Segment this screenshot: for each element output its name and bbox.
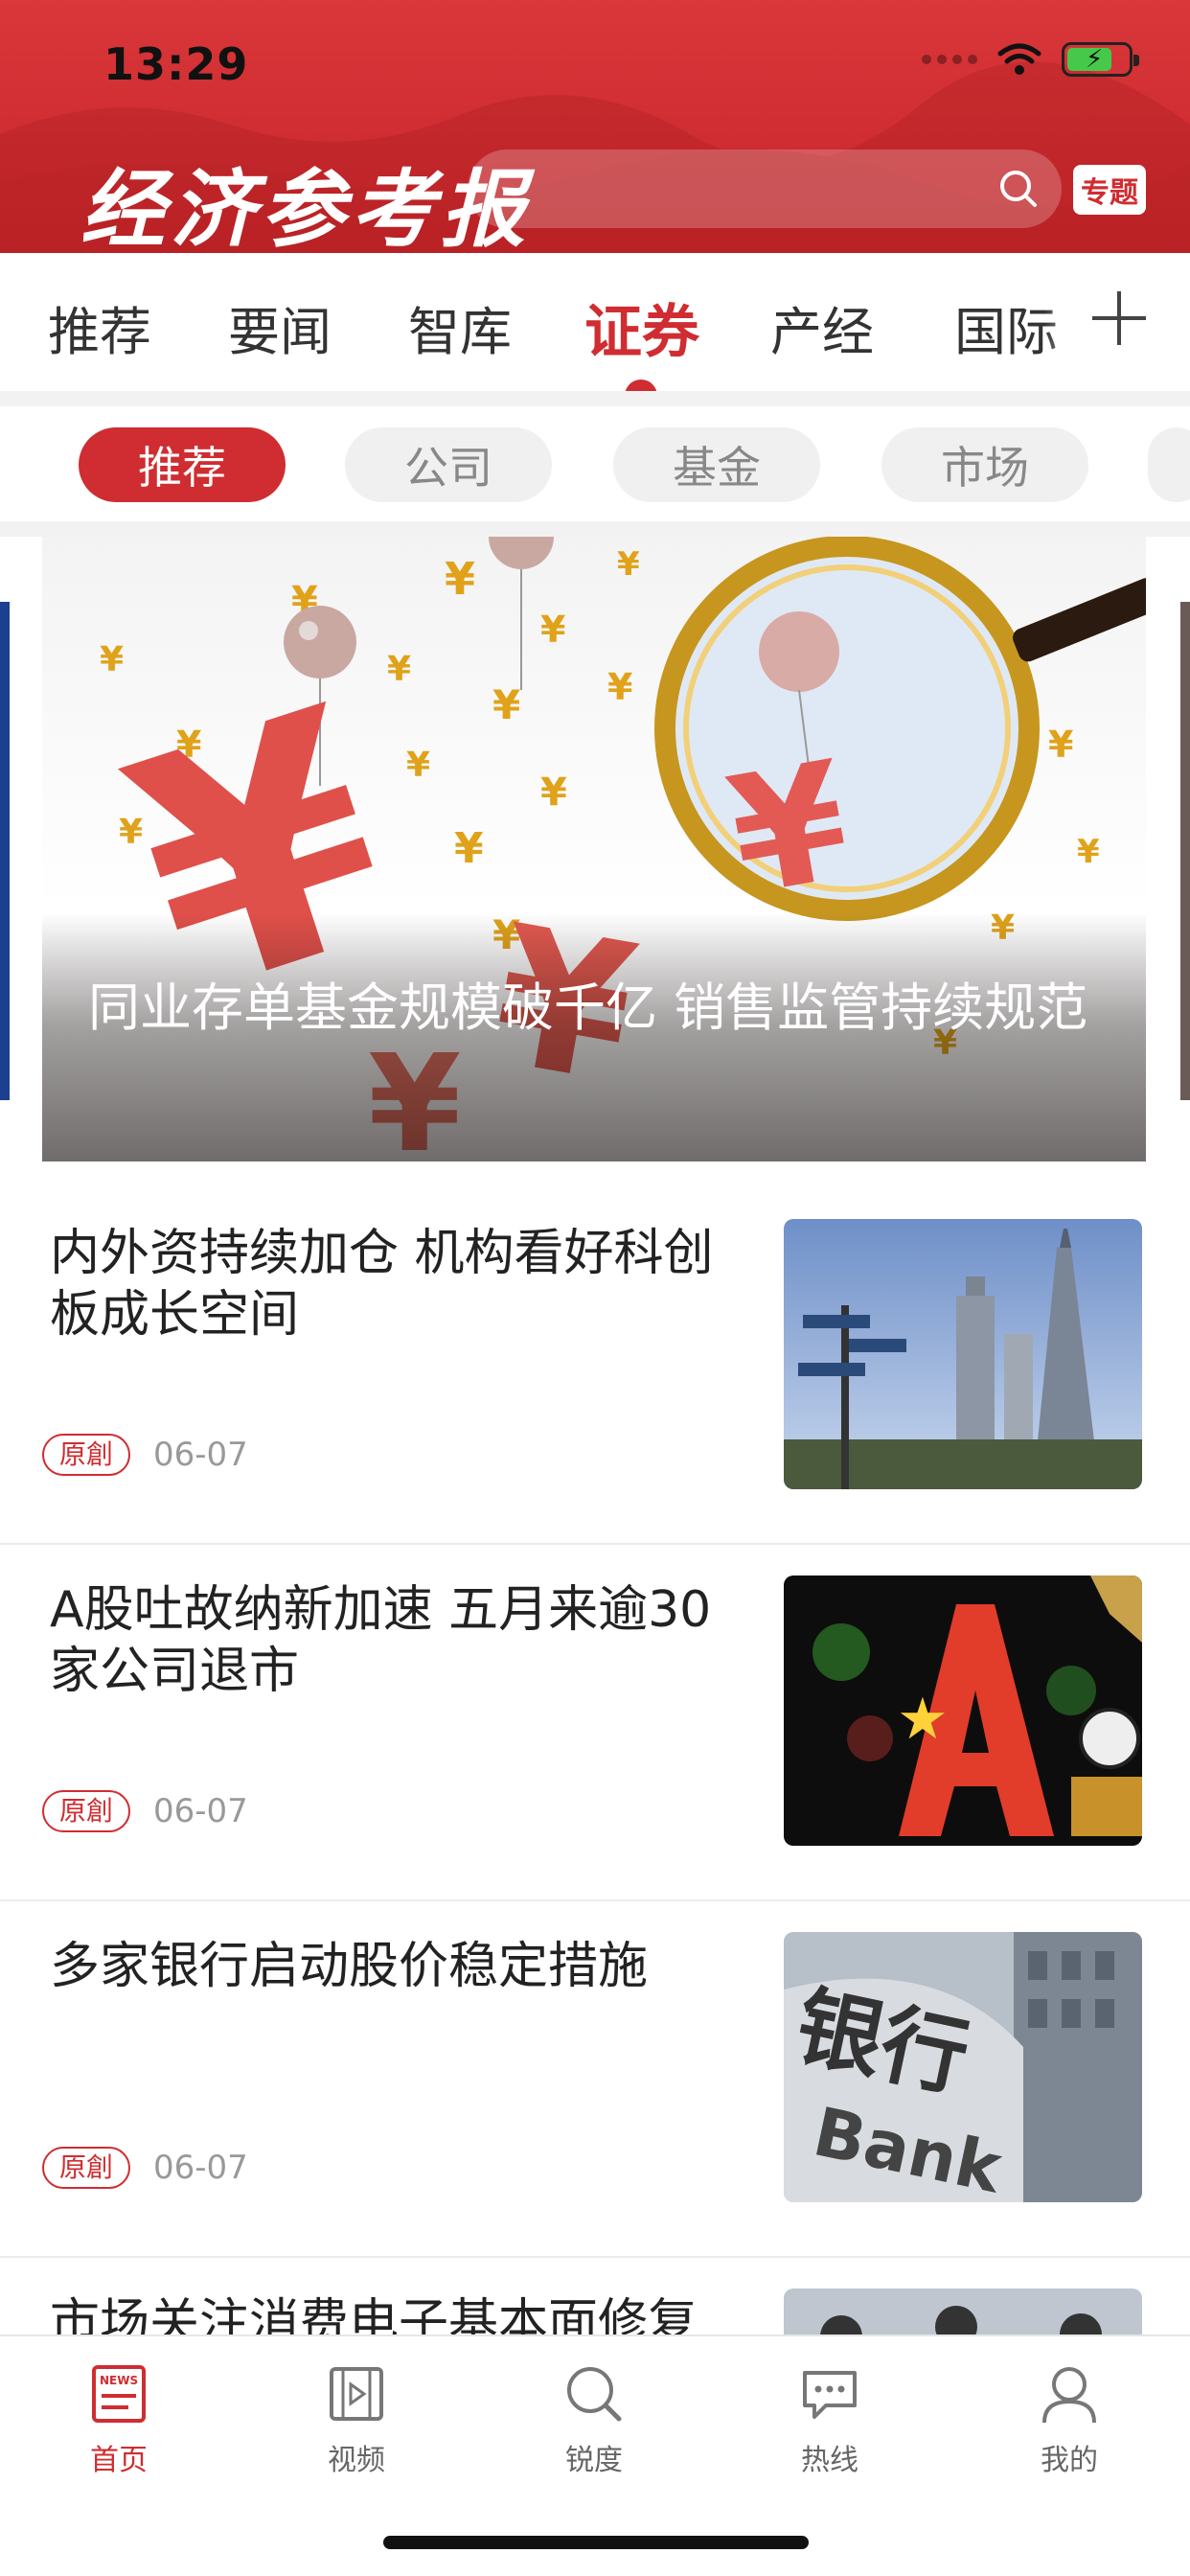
subtab-market[interactable]: 市场 — [881, 427, 1088, 502]
svg-text:¥: ¥ — [607, 666, 632, 708]
subtab-company[interactable]: 公司 — [345, 427, 552, 502]
news-date: 06-07 — [153, 2149, 248, 2187]
special-topics-button[interactable]: 专题 — [1073, 165, 1146, 215]
tab-recommend[interactable]: 推荐 — [48, 289, 151, 365]
news-date: 06-07 — [153, 1792, 248, 1830]
news-item[interactable]: 内外资持续加仓 机构看好科创板成长空间 原創 06-07 — [0, 1188, 1190, 1545]
tab-industry[interactable]: 产经 — [770, 289, 874, 365]
user-icon — [1042, 2367, 1096, 2424]
nav-label: 视频 — [328, 2444, 385, 2477]
news-thumbnail[interactable]: ★ — [784, 1576, 1142, 1846]
bank-sign-image: 银行 Bank — [784, 1932, 1142, 2202]
tab-securities[interactable]: 证券 — [584, 286, 699, 369]
news-title[interactable]: 多家银行启动股价稳定措施 — [50, 1936, 740, 1997]
app-header: 13:29 ⚡ 经济参考报 专题 — [0, 0, 1190, 253]
nav-insight[interactable]: 锐度 — [517, 2363, 671, 2478]
video-icon — [330, 2367, 383, 2421]
svg-text:¥: ¥ — [492, 681, 520, 728]
svg-text:¥: ¥ — [454, 824, 484, 873]
nav-video[interactable]: 视频 — [280, 2363, 433, 2478]
svg-text:¥: ¥ — [540, 770, 567, 815]
nav-label: 热线 — [801, 2444, 858, 2477]
chat-icon — [803, 2371, 857, 2419]
search-icon — [567, 2367, 622, 2422]
skyline-image — [784, 1219, 1142, 1489]
original-tag: 原創 — [42, 2147, 131, 2189]
battery-icon: ⚡ — [1062, 42, 1139, 77]
news-meta: 原創 06-07 — [42, 1790, 248, 1832]
divider — [0, 391, 1190, 406]
subtab-fund[interactable]: 基金 — [613, 427, 820, 502]
nav-profile[interactable]: 我的 — [993, 2363, 1146, 2478]
svg-text:¥: ¥ — [100, 640, 124, 679]
tab-think-tank[interactable]: 智库 — [408, 289, 512, 365]
news-meta: 原創 06-07 — [42, 2147, 248, 2189]
cellular-signal-icon — [922, 55, 977, 64]
news-item[interactable]: 多家银行启动股价稳定措施 原創 06-07 银行 Bank — [0, 1901, 1190, 2258]
original-tag: 原創 — [42, 1434, 131, 1476]
carousel-next-peek[interactable] — [1180, 602, 1190, 1100]
hero-title[interactable]: 同业存单基金规模破千亿 销售监管持续规范 — [88, 968, 1113, 1048]
news-item[interactable]: A股吐故纳新加速 五月来逾30家公司退市 原創 06-07 ★ — [0, 1545, 1190, 1901]
svg-text:¥: ¥ — [1077, 833, 1100, 871]
news-icon: NEWS — [92, 2365, 146, 2423]
status-icons: ⚡ — [922, 42, 1139, 77]
original-tag: 原創 — [42, 1790, 131, 1832]
svg-text:¥: ¥ — [540, 609, 565, 651]
svg-text:¥: ¥ — [387, 650, 411, 689]
news-date: 06-07 — [153, 1436, 248, 1474]
nav-hotline[interactable]: 热线 — [753, 2363, 906, 2478]
news-thumbnail[interactable]: 银行 Bank — [784, 1932, 1142, 2202]
divider — [0, 521, 1190, 537]
nav-label: 我的 — [1041, 2444, 1098, 2477]
a-share-image: ★ — [784, 1576, 1142, 1846]
nav-label: 锐度 — [565, 2444, 623, 2477]
svg-text:★: ★ — [897, 1686, 949, 1753]
home-indicator — [383, 2536, 809, 2549]
search-icon[interactable] — [996, 167, 1041, 211]
tab-international[interactable]: 国际 — [954, 289, 1058, 365]
subtab-more[interactable] — [1148, 427, 1190, 502]
svg-text:¥: ¥ — [406, 746, 430, 785]
svg-text:NEWS: NEWS — [100, 2374, 138, 2387]
subtab-recommend[interactable]: 推荐 — [79, 427, 286, 502]
carousel-prev-peek[interactable] — [0, 602, 10, 1100]
svg-text:¥: ¥ — [617, 545, 640, 584]
status-time: 13:29 — [103, 38, 249, 90]
nav-home[interactable]: NEWS 首页 — [42, 2363, 195, 2478]
svg-text:¥: ¥ — [1048, 724, 1073, 766]
nav-label: 首页 — [90, 2444, 148, 2477]
subtab-bar: 推荐 公司 基金 市场 — [0, 406, 1190, 521]
channel-tab-bar: 推荐 要闻 智库 证券 产经 国际 — [0, 253, 1190, 397]
news-meta: 原創 06-07 — [42, 1434, 248, 1476]
news-title[interactable]: 内外资持续加仓 机构看好科创板成长空间 — [50, 1223, 740, 1346]
news-title[interactable]: A股吐故纳新加速 五月来逾30家公司退市 — [50, 1579, 740, 1702]
news-thumbnail[interactable] — [784, 1219, 1142, 1489]
tab-headlines[interactable]: 要闻 — [228, 289, 332, 365]
hero-carousel-card[interactable]: ¥ ¥ ¥ ¥ ¥ ¥ ¥ ¥ ¥ ¥ ¥ ¥ ¥ ¥ ¥ ¥ ¥ ¥ ¥ ¥ … — [42, 537, 1146, 1162]
plus-icon — [1092, 291, 1146, 345]
add-channel-button[interactable] — [1044, 253, 1190, 397]
app-logo[interactable]: 经济参考报 — [80, 142, 531, 253]
wifi-icon — [997, 43, 1041, 75]
search-input[interactable] — [468, 150, 1062, 228]
svg-text:¥: ¥ — [445, 553, 475, 605]
